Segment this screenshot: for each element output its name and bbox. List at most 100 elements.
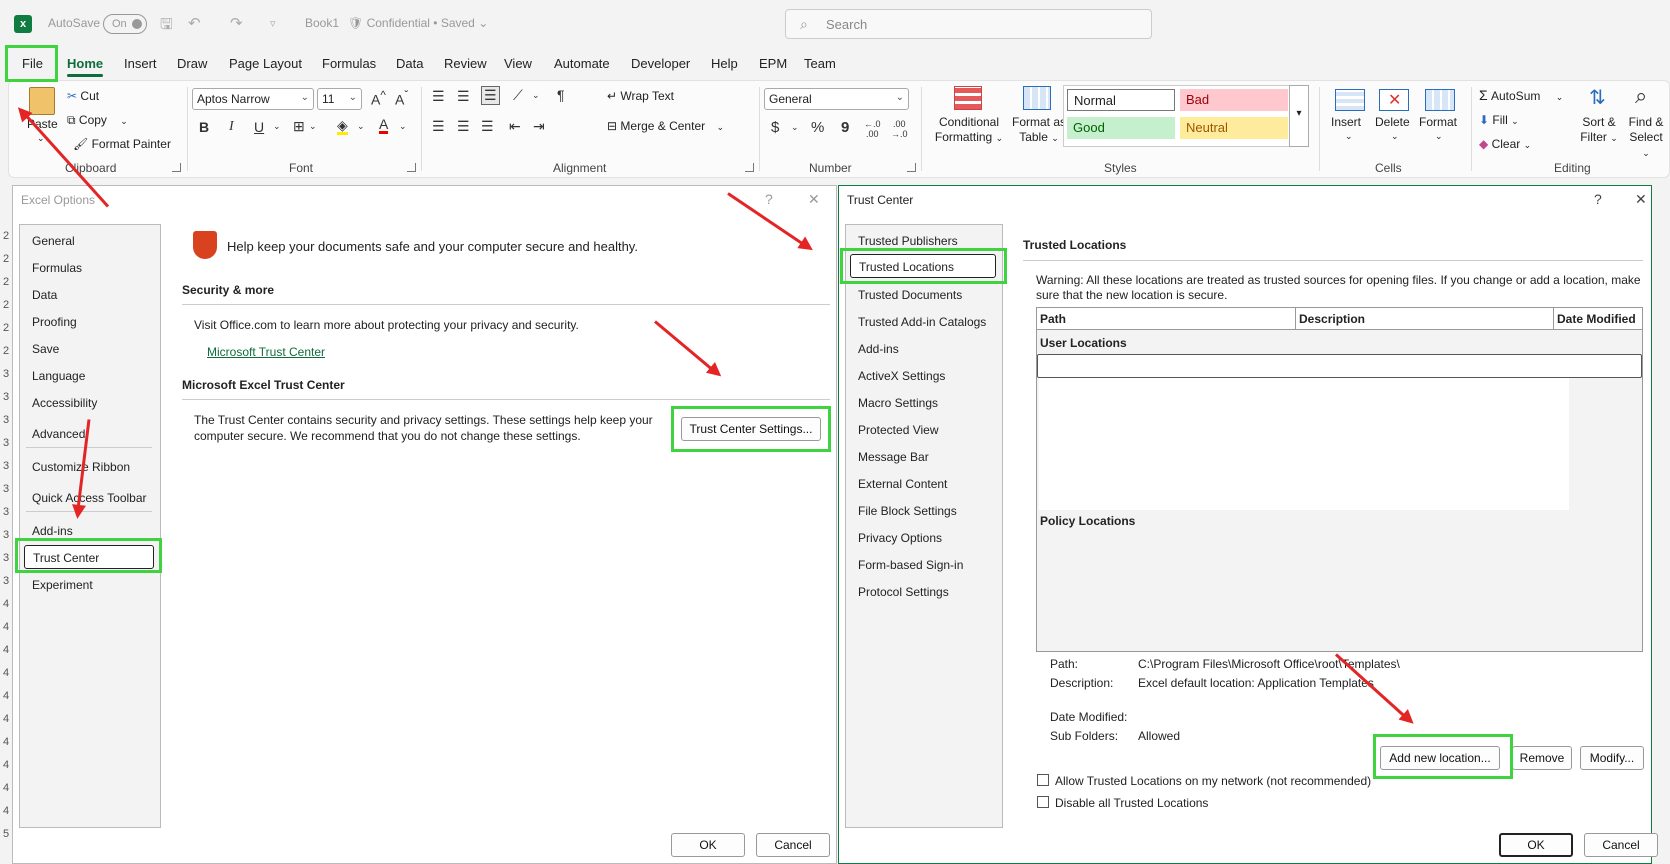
align-center-icon[interactable]: ☰ <box>457 118 470 135</box>
help-icon[interactable]: ? <box>765 191 773 207</box>
style-good[interactable]: Good <box>1067 117 1175 139</box>
tab-view[interactable]: View <box>504 56 532 71</box>
nav-save[interactable]: Save <box>32 342 59 356</box>
font-color-icon[interactable]: A <box>379 117 389 134</box>
decrease-indent-icon[interactable]: ⇤ <box>509 118 521 135</box>
percent-button[interactable]: % <box>811 119 824 136</box>
fill-color-dropdown-icon[interactable]: ⌄ <box>357 121 365 132</box>
clear-button[interactable]: ◆ Clear ⌄ <box>1479 137 1531 151</box>
tab-data[interactable]: Data <box>396 56 423 71</box>
nav-data[interactable]: Data <box>32 288 57 302</box>
search-box[interactable]: ⌕ Search <box>785 9 1152 39</box>
nav-file-block-settings[interactable]: File Block Settings <box>858 504 957 518</box>
format-painter-button[interactable]: 🖌 Format Painter <box>73 137 171 151</box>
cut-button[interactable]: ✂ Cut <box>67 89 99 103</box>
allow-network-checkbox[interactable] <box>1037 774 1049 786</box>
nav-language[interactable]: Language <box>32 369 85 383</box>
tab-home[interactable]: Home <box>67 56 104 77</box>
align-bottom-icon[interactable]: ☰ <box>481 86 500 105</box>
paste-button[interactable]: Paste <box>27 117 58 131</box>
nav-trusted-add-in-catalogs[interactable]: Trusted Add-in Catalogs <box>858 315 986 329</box>
sensitivity-label[interactable]: 🛡 Confidential • Saved ⌄ <box>348 16 488 30</box>
undo-icon[interactable]: ↶ <box>188 14 201 32</box>
underline-button[interactable]: U <box>254 119 264 135</box>
number-format-select[interactable]: General ⌄ <box>764 88 909 110</box>
nav-activex-settings[interactable]: ActiveX Settings <box>858 369 945 383</box>
help-icon[interactable]: ? <box>1594 191 1602 207</box>
styles-more-icon[interactable]: ▾ <box>1289 85 1309 147</box>
column-path[interactable]: Path <box>1040 312 1066 326</box>
bold-button[interactable]: B <box>199 119 209 135</box>
tab-page-layout[interactable]: Page Layout <box>229 56 302 71</box>
delete-cells-button[interactable]: Delete <box>1375 115 1410 129</box>
save-icon[interactable]: 🖫 <box>160 14 173 39</box>
tab-review[interactable]: Review <box>444 56 487 71</box>
allow-network-label[interactable]: Allow Trusted Locations on my network (n… <box>1055 774 1371 788</box>
tab-team[interactable]: Team <box>804 56 836 71</box>
nav-add-ins[interactable]: Add-ins <box>858 342 899 356</box>
nav-protocol-settings[interactable]: Protocol Settings <box>858 585 949 599</box>
tab-epm[interactable]: EPM <box>759 56 787 71</box>
font-color-dropdown-icon[interactable]: ⌄ <box>399 121 407 132</box>
nav-macro-settings[interactable]: Macro Settings <box>858 396 938 410</box>
align-right-icon[interactable]: ☰ <box>481 118 494 135</box>
nav-protected-view[interactable]: Protected View <box>858 423 939 437</box>
font-launcher-icon[interactable] <box>407 163 416 172</box>
tab-help[interactable]: Help <box>711 56 738 71</box>
nav-add-ins[interactable]: Add-ins <box>32 524 73 538</box>
table-row[interactable] <box>1037 354 1642 378</box>
nav-quick-access-toolbar[interactable]: Quick Access Toolbar <box>32 491 147 505</box>
increase-font-icon[interactable]: A^ <box>371 89 386 108</box>
tab-draw[interactable]: Draw <box>177 56 207 71</box>
nav-accessibility[interactable]: Accessibility <box>32 396 97 410</box>
fill-color-icon[interactable]: ◈ <box>337 118 348 135</box>
alignment-launcher-icon[interactable] <box>745 163 754 172</box>
nav-privacy-options[interactable]: Privacy Options <box>858 531 942 545</box>
font-size-select[interactable]: 11 ⌄ <box>317 88 362 110</box>
add-new-location-button[interactable]: Add new location... <box>1380 746 1500 770</box>
orientation-icon[interactable]: ⟋ <box>513 87 523 104</box>
nav-advanced[interactable]: Advanced <box>32 427 85 441</box>
microsoft-trust-center-link[interactable]: Microsoft Trust Center <box>207 345 325 359</box>
trust-center-cancel-button[interactable]: Cancel <box>1584 833 1658 857</box>
trust-center-ok-button[interactable]: OK <box>1499 833 1573 857</box>
number-launcher-icon[interactable] <box>907 163 916 172</box>
fill-button[interactable]: ⬇ Fill ⌄ <box>1479 113 1519 127</box>
conditional-formatting-button[interactable]: Conditional Formatting ⌄ <box>929 115 1009 146</box>
tab-automate[interactable]: Automate <box>554 56 610 71</box>
options-cancel-button[interactable]: Cancel <box>756 833 830 857</box>
nav-proofing[interactable]: Proofing <box>32 315 77 329</box>
tab-formulas[interactable]: Formulas <box>322 56 376 71</box>
trust-center-settings-button[interactable]: Trust Center Settings... <box>681 417 821 441</box>
nav-trust-center[interactable]: Trust Center <box>24 545 154 569</box>
currency-dropdown-icon[interactable]: ⌄ <box>791 122 799 133</box>
borders-dropdown-icon[interactable]: ⌄ <box>309 121 317 132</box>
close-icon[interactable]: ✕ <box>808 191 820 208</box>
nav-customize-ribbon[interactable]: Customize Ribbon <box>32 460 130 474</box>
style-normal[interactable]: Normal <box>1067 89 1175 111</box>
nav-general[interactable]: General <box>32 234 75 248</box>
nav-experiment[interactable]: Experiment <box>32 578 93 592</box>
increase-decimal-icon[interactable]: ←.0.00 <box>864 119 881 139</box>
autosave-toggle[interactable]: On <box>103 14 147 34</box>
format-as-table-button[interactable]: Format as Table ⌄ <box>1009 115 1069 146</box>
align-middle-icon[interactable]: ☰ <box>457 88 470 105</box>
disable-all-label[interactable]: Disable all Trusted Locations <box>1055 796 1208 810</box>
close-icon[interactable]: ✕ <box>1635 191 1647 208</box>
nav-message-bar[interactable]: Message Bar <box>858 450 929 464</box>
nav-form-based-sign-in[interactable]: Form-based Sign-in <box>858 558 963 572</box>
decrease-font-icon[interactable]: Aˇ <box>395 89 408 108</box>
underline-dropdown-icon[interactable]: ⌄ <box>273 121 281 132</box>
decrease-decimal-icon[interactable]: .00 →.0 <box>891 119 908 139</box>
merge-center-button[interactable]: ⊟ Merge & Center ⌄ <box>607 119 724 133</box>
insert-cells-button[interactable]: Insert <box>1331 115 1361 129</box>
text-direction-icon[interactable]: ¶ <box>557 87 565 103</box>
nav-trusted-locations[interactable]: Trusted Locations <box>850 254 996 278</box>
find-select-button[interactable]: Find & Select ⌄ <box>1625 115 1667 161</box>
paste-dropdown-icon[interactable]: ⌄ <box>37 133 45 144</box>
font-name-select[interactable]: Aptos Narrow ⌄ <box>192 88 314 110</box>
borders-icon[interactable]: ⊞ <box>293 118 305 135</box>
style-neutral[interactable]: Neutral <box>1180 117 1288 139</box>
options-ok-button[interactable]: OK <box>671 833 745 857</box>
tab-developer[interactable]: Developer <box>631 56 690 71</box>
